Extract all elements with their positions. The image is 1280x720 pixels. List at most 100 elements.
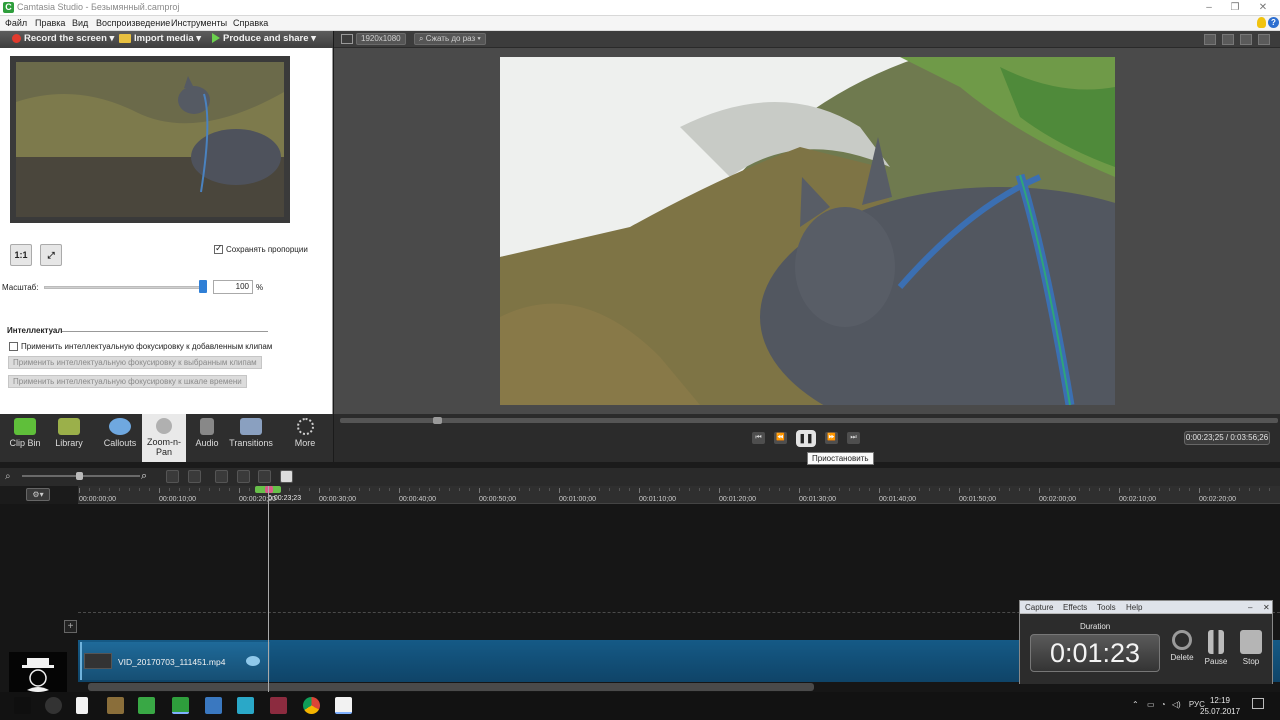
- chevron-down-icon: ▾: [311, 33, 316, 44]
- scale-input[interactable]: 100: [213, 280, 253, 294]
- playhead-marker[interactable]: [265, 486, 273, 493]
- recorder-minimize-icon[interactable]: –: [1248, 603, 1252, 612]
- keep-ratio-option[interactable]: Сохранять пропорции: [214, 243, 308, 255]
- ruler-minor-tick: [489, 488, 490, 491]
- recorder-stop-button[interactable]: Stop: [1237, 630, 1265, 666]
- scale-slider-thumb[interactable]: [199, 280, 207, 293]
- camtasia-studio-icon[interactable]: [172, 697, 189, 714]
- ruler-tick: [399, 488, 400, 493]
- apply-selected-button[interactable]: Применить интеллектуальную фокусировку к…: [8, 356, 262, 369]
- record-screen-button[interactable]: Record the screen ▾: [12, 33, 114, 46]
- camtasia-recorder-icon[interactable]: [138, 697, 155, 714]
- zoom-dropdown[interactable]: ⌕ Сжать до раз ▾: [414, 33, 486, 45]
- produce-share-button[interactable]: Produce and share ▾: [212, 33, 316, 46]
- ruler-minor-tick: [169, 488, 170, 491]
- playhead-line[interactable]: [268, 486, 269, 692]
- menu-help[interactable]: Справка: [233, 18, 268, 28]
- split-icon[interactable]: [237, 470, 250, 483]
- video-frame[interactable]: [500, 57, 1115, 405]
- zoom-in-icon[interactable]: ⌕: [141, 470, 153, 482]
- apply-timeline-button[interactable]: Применить интеллектуальную фокусировку к…: [8, 375, 247, 388]
- menu-view[interactable]: Вид: [72, 18, 88, 28]
- ruler-minor-tick: [1059, 488, 1060, 491]
- windows-taskbar: [0, 692, 1280, 720]
- network-icon[interactable]: ▭: [1147, 700, 1155, 709]
- recorder-menu-tools[interactable]: Tools: [1097, 603, 1116, 612]
- pause-button[interactable]: ❚❚: [796, 430, 816, 447]
- notifications-icon[interactable]: [1252, 698, 1264, 709]
- ruler-minor-tick: [199, 488, 200, 491]
- download-icon[interactable]: [1222, 34, 1234, 45]
- lightbulb-icon[interactable]: [1257, 17, 1266, 28]
- maximize-button[interactable]: ❐: [1222, 1, 1248, 15]
- track-settings-button[interactable]: ⚙▾: [26, 488, 50, 501]
- ruler-tick: [159, 488, 160, 493]
- playback-scrubber[interactable]: [340, 418, 1278, 423]
- scale-slider-track[interactable]: [44, 286, 206, 289]
- recorder-pause-button[interactable]: Pause: [1202, 630, 1230, 666]
- recorder-menu-effects[interactable]: Effects: [1063, 603, 1087, 612]
- store-icon[interactable]: [237, 697, 254, 714]
- tab-callouts[interactable]: Callouts: [98, 414, 142, 462]
- detach-icon[interactable]: [1204, 34, 1216, 45]
- zoom-out-icon[interactable]: ⌕: [5, 471, 17, 483]
- tab-more[interactable]: More: [284, 414, 326, 462]
- recorder-menu-help[interactable]: Help: [1126, 603, 1142, 612]
- game-icon[interactable]: [107, 697, 124, 714]
- fit-canvas-button[interactable]: ⤢: [40, 244, 62, 266]
- menu-tools[interactable]: Инструменты: [171, 18, 227, 28]
- tab-zoom-n-pan[interactable]: Zoom-n-Pan: [142, 414, 186, 462]
- timeline-zoom-thumb[interactable]: [76, 472, 83, 480]
- minimize-button[interactable]: –: [1196, 1, 1222, 15]
- next-clip-button[interactable]: ⏭: [847, 432, 860, 444]
- app-icon-red[interactable]: [270, 697, 287, 714]
- search-icon[interactable]: [45, 697, 62, 714]
- more-icon: [296, 418, 314, 435]
- recorder-close-icon[interactable]: ✕: [1263, 603, 1270, 612]
- menu-file[interactable]: Файл: [5, 18, 27, 28]
- recorder-delete-button[interactable]: Delete: [1168, 630, 1196, 662]
- chrome-icon[interactable]: [303, 697, 320, 714]
- menu-edit[interactable]: Правка: [35, 18, 65, 28]
- previous-clip-button[interactable]: ⏮: [752, 432, 765, 444]
- explorer-icon[interactable]: [205, 697, 222, 714]
- tab-library[interactable]: Library: [48, 414, 90, 462]
- clock[interactable]: 12:19 25.07.2017: [1200, 695, 1240, 717]
- paste-icon[interactable]: [280, 470, 293, 483]
- undo-icon[interactable]: [166, 470, 179, 483]
- start-icon[interactable]: [14, 697, 31, 714]
- keep-ratio-checkbox[interactable]: [214, 243, 223, 255]
- help-icon[interactable]: ?: [1268, 17, 1279, 28]
- camtasia-window-icon[interactable]: [335, 697, 352, 714]
- tab-audio[interactable]: Audio: [186, 414, 228, 462]
- fast-forward-button[interactable]: ⏩: [825, 432, 838, 444]
- redo-icon[interactable]: [188, 470, 201, 483]
- rewind-button[interactable]: ⏪: [774, 432, 787, 444]
- ruler-tick: [879, 488, 880, 493]
- smart-focus-new-checkbox[interactable]: [9, 342, 18, 352]
- one-to-one-button[interactable]: 1:1: [10, 244, 32, 266]
- import-media-button[interactable]: Import media ▾: [119, 33, 201, 46]
- wifi-icon[interactable]: ◔: [1161, 700, 1166, 709]
- upload-icon[interactable]: [1240, 34, 1252, 45]
- timeline-scrollbar[interactable]: [88, 683, 814, 691]
- add-track-button[interactable]: +: [64, 620, 77, 633]
- copy-icon[interactable]: [258, 470, 271, 483]
- cut-icon[interactable]: [215, 470, 228, 483]
- resolution-dropdown[interactable]: 1920x1080: [356, 33, 406, 45]
- ruler-minor-tick: [609, 488, 610, 491]
- close-button[interactable]: ✕: [1250, 1, 1276, 15]
- menu-playback[interactable]: Воспроизведение: [96, 18, 170, 28]
- canvas-icon[interactable]: [341, 34, 353, 44]
- recorder-menu-capture[interactable]: Capture: [1025, 603, 1053, 612]
- tray-chevron-icon[interactable]: ⌃: [1132, 700, 1139, 709]
- document-icon[interactable]: [76, 697, 88, 714]
- ruler-minor-tick: [389, 488, 390, 491]
- tab-clip-bin[interactable]: Clip Bin: [2, 414, 48, 462]
- scrubber-thumb[interactable]: [433, 417, 442, 424]
- fullscreen-icon[interactable]: [1258, 34, 1270, 45]
- smart-focus-new-option[interactable]: Применить интеллектуальную фокусировку к…: [9, 342, 272, 352]
- volume-icon[interactable]: ◁): [1172, 700, 1181, 709]
- zoom-preview-thumbnail[interactable]: [10, 56, 290, 223]
- tab-transitions[interactable]: Transitions: [228, 414, 274, 462]
